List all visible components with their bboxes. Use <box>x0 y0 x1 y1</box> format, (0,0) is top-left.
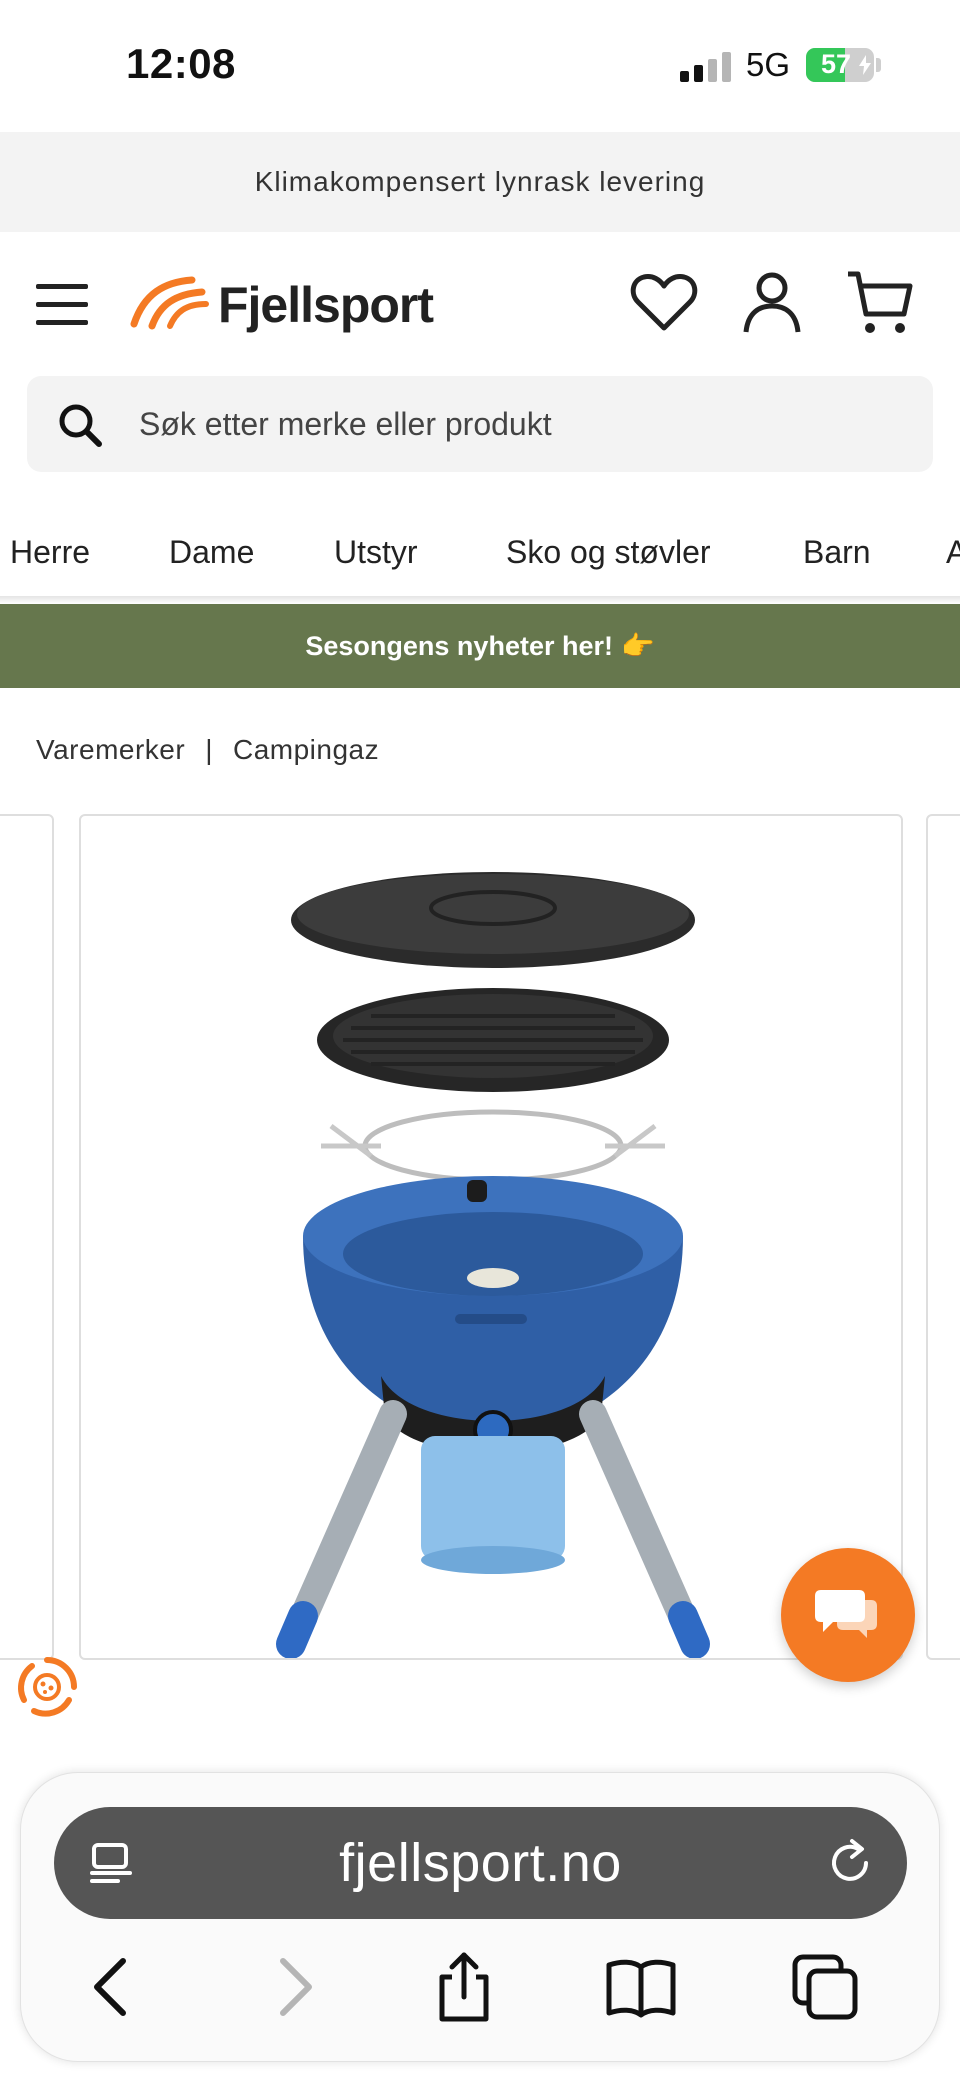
battery-level: 57 <box>820 49 852 79</box>
nav-item-sko-og-stovler[interactable]: Sko og støvler <box>506 534 711 571</box>
logo-text: Fjellsport <box>218 277 434 333</box>
battery-cap <box>876 58 881 72</box>
browser-toolbar: fjellsport.no <box>20 1772 940 2062</box>
season-banner[interactable]: Sesongens nyheter her! 👉 <box>0 604 960 688</box>
breadcrumb: Varemerker | Campingaz <box>36 734 379 766</box>
cart-icon[interactable] <box>844 266 916 338</box>
network-label: 5G <box>746 46 791 83</box>
nav-item-barn[interactable]: Barn <box>803 534 871 571</box>
search-input[interactable] <box>139 376 899 472</box>
search-icon <box>59 404 102 447</box>
nav-item-partial[interactable]: A <box>946 534 960 571</box>
status-time: 12:08 <box>126 40 236 87</box>
battery-icon: 57 <box>806 48 874 82</box>
nav-shadow <box>0 596 960 604</box>
nav-item-dame[interactable]: Dame <box>169 534 254 571</box>
user-icon[interactable] <box>736 266 808 338</box>
signal-icon <box>680 52 732 82</box>
product-gallery-slide[interactable] <box>79 814 903 1660</box>
address-bar[interactable]: fjellsport.no <box>54 1807 907 1919</box>
promo-text: Klimakompensert lynrask levering <box>254 166 706 197</box>
gallery-next-slide[interactable] <box>926 814 960 1660</box>
url-text: fjellsport.no <box>339 1833 622 1893</box>
bookmarks-icon[interactable] <box>603 1949 679 2025</box>
gallery-prev-slide[interactable] <box>0 814 54 1660</box>
pointing-hand-icon: 👉 <box>620 631 655 661</box>
menu-icon[interactable] <box>36 282 88 326</box>
breadcrumb-item-campingaz[interactable]: Campingaz <box>233 734 379 766</box>
site-logo[interactable]: Fjellsport <box>130 270 450 340</box>
back-icon[interactable] <box>73 1949 149 2025</box>
chat-button[interactable] <box>781 1548 915 1682</box>
forward-icon[interactable] <box>257 1949 333 2025</box>
charging-bolt-icon <box>859 55 871 75</box>
status-bar: 12:08 5G 57 <box>0 0 960 132</box>
reload-icon[interactable] <box>824 1837 876 1889</box>
share-icon[interactable] <box>426 1949 502 2025</box>
nav-item-utstyr[interactable]: Utstyr <box>334 534 418 571</box>
promo-bar: Klimakompensert lynrask levering <box>0 132 960 232</box>
search-bar[interactable] <box>27 376 933 472</box>
product-image <box>276 872 710 1658</box>
site-header: Fjellsport <box>0 232 960 372</box>
tabs-icon[interactable] <box>787 1949 863 2025</box>
chat-icon <box>815 1590 877 1638</box>
heart-icon[interactable] <box>628 266 700 338</box>
nav-item-herre[interactable]: Herre <box>10 534 90 571</box>
cookie-settings-icon[interactable] <box>14 1654 80 1720</box>
logo-mark-icon <box>130 276 209 330</box>
banner-text: Sesongens nyheter her! <box>305 630 613 661</box>
category-nav: Herre Dame Utstyr Sko og støvler Barn A <box>0 500 960 602</box>
breadcrumb-separator: | <box>205 734 213 765</box>
breadcrumb-item-varemerker[interactable]: Varemerker <box>36 734 185 766</box>
